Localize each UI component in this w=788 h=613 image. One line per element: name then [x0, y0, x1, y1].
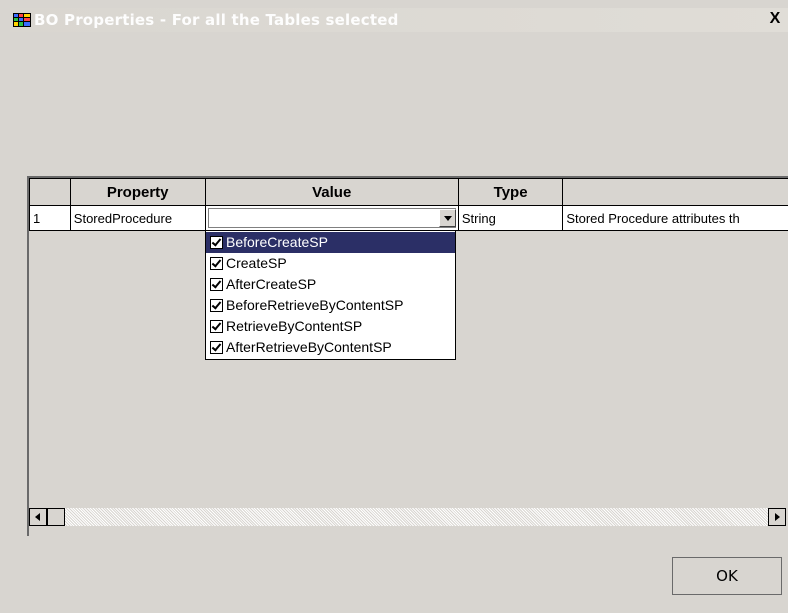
- scroll-right-icon[interactable]: [768, 508, 786, 526]
- title-bar[interactable]: BO Properties - For all the Tables selec…: [10, 8, 788, 32]
- scroll-left-icon[interactable]: [29, 508, 47, 526]
- dropdown-item-beforeretrievebycontentsp[interactable]: BeforeRetrieveByContentSP: [206, 295, 455, 316]
- dropdown-item-label: RetrieveByContentSP: [226, 318, 363, 334]
- dropdown-item-beforecreatesp[interactable]: BeforeCreateSP: [206, 232, 455, 253]
- table-row[interactable]: 1 StoredProcedure String Stored Procedur…: [29, 205, 788, 231]
- header-row: Property Value Type: [29, 178, 788, 206]
- dropdown-item-label: CreateSP: [226, 255, 287, 271]
- column-header-property[interactable]: Property: [69, 178, 206, 206]
- type-cell[interactable]: String: [457, 205, 564, 231]
- scroll-track[interactable]: [65, 508, 768, 526]
- dropdown-item-label: BeforeRetrieveByContentSP: [226, 297, 404, 313]
- horizontal-scrollbar[interactable]: [29, 508, 788, 526]
- dropdown-item-retrievebycontentsp[interactable]: RetrieveByContentSP: [206, 316, 455, 337]
- property-cell[interactable]: StoredProcedure: [69, 205, 206, 231]
- table-icon: [13, 13, 31, 27]
- dropdown-item-createsp[interactable]: CreateSP: [206, 253, 455, 274]
- window-title: BO Properties - For all the Tables selec…: [34, 11, 399, 29]
- chevron-down-icon[interactable]: [438, 209, 456, 227]
- dropdown-item-aftercreatesp[interactable]: AfterCreateSP: [206, 274, 455, 295]
- dropdown-item-label: AfterRetrieveByContentSP: [226, 339, 392, 355]
- value-dropdown-list[interactable]: BeforeCreateSP CreateSP AfterCreateSP Be…: [205, 230, 456, 360]
- scroll-thumb[interactable]: [47, 508, 65, 526]
- checkbox-checked-icon[interactable]: [210, 278, 223, 291]
- dropdown-item-label: BeforeCreateSP: [226, 234, 328, 250]
- checkbox-checked-icon[interactable]: [210, 299, 223, 312]
- value-combo[interactable]: [204, 205, 459, 231]
- checkbox-checked-icon[interactable]: [210, 257, 223, 270]
- value-combo-field[interactable]: [207, 208, 456, 228]
- checkbox-checked-icon[interactable]: [210, 341, 223, 354]
- ok-button[interactable]: OK: [672, 557, 782, 595]
- column-header-value[interactable]: Value: [204, 178, 459, 206]
- checkbox-checked-icon[interactable]: [210, 236, 223, 249]
- dropdown-item-afterretrievebycontentsp[interactable]: AfterRetrieveByContentSP: [206, 337, 455, 358]
- column-header-rownum[interactable]: [29, 178, 71, 206]
- column-header-description[interactable]: [562, 178, 788, 206]
- column-header-type[interactable]: Type: [457, 178, 564, 206]
- properties-table: Property Value Type 1 StoredProcedure St…: [29, 178, 788, 231]
- checkbox-checked-icon[interactable]: [210, 320, 223, 333]
- close-button[interactable]: X: [766, 10, 784, 28]
- description-cell[interactable]: Stored Procedure attributes th: [562, 205, 788, 231]
- row-number[interactable]: 1: [29, 205, 71, 231]
- dropdown-item-label: AfterCreateSP: [226, 276, 317, 292]
